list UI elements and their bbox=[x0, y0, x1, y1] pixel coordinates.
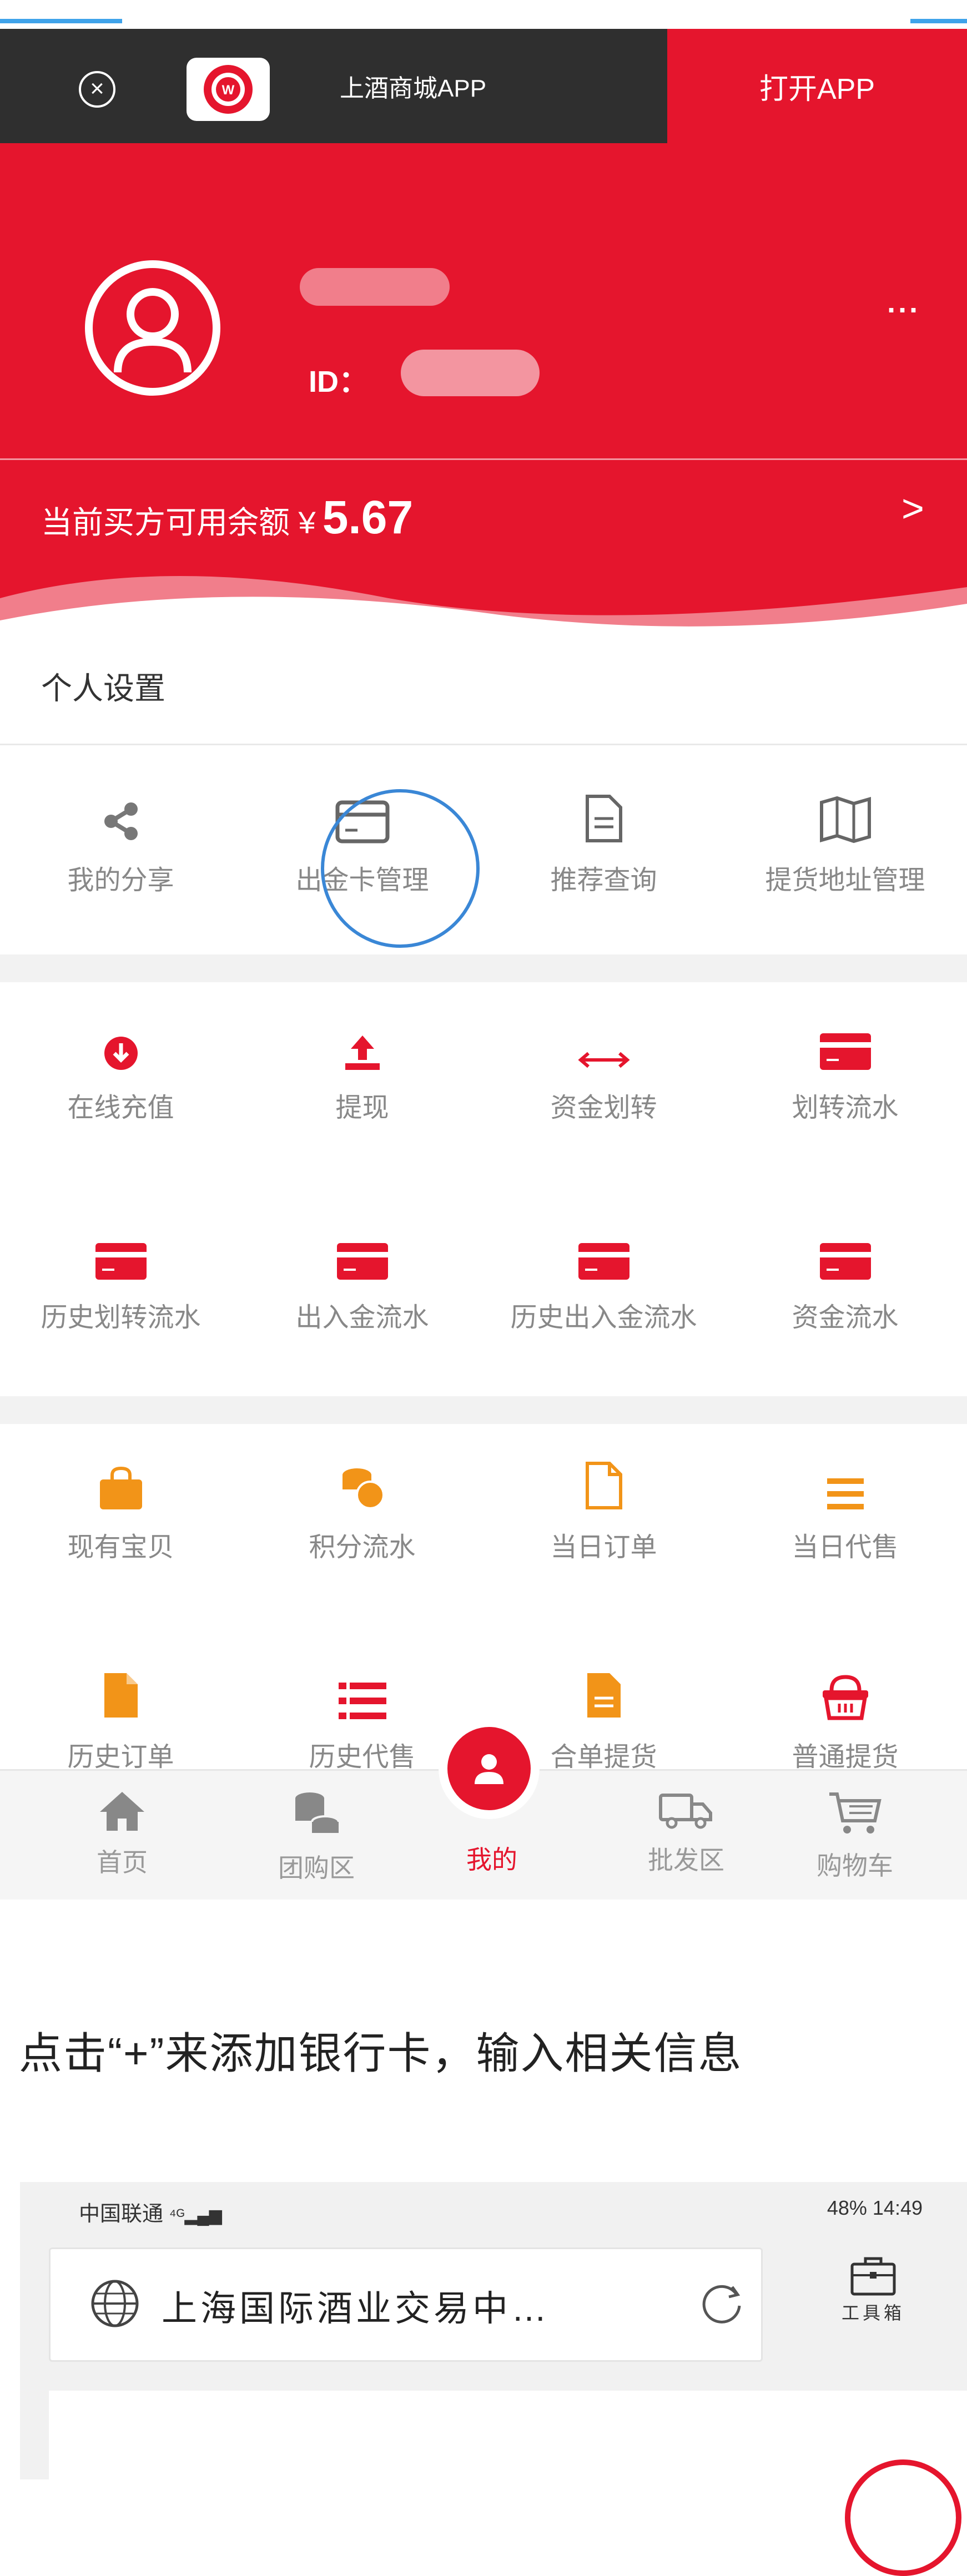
app-logo: W bbox=[187, 58, 270, 121]
url-bar[interactable]: 上海国际酒业交易中… bbox=[49, 2247, 763, 2362]
upload-icon bbox=[345, 1036, 380, 1070]
nav-item-wholesale[interactable]: 批发区 bbox=[603, 1791, 769, 1877]
grid-item-withdraw[interactable]: 提现 bbox=[241, 1016, 483, 1124]
card-icon bbox=[95, 1243, 147, 1280]
nav-item-group-buy[interactable]: 团购区 bbox=[233, 1791, 400, 1885]
grid-item-points-records[interactable]: 积分流水 bbox=[241, 1455, 483, 1564]
grid-item-normal-pickup[interactable]: 普通提货 bbox=[724, 1665, 966, 1769]
grid-item-transfer-records[interactable]: 划转流水 bbox=[724, 1016, 966, 1124]
grid-item-today-consignment[interactable]: 当日代售 bbox=[724, 1455, 966, 1564]
nav-item-cart[interactable]: 购物车 bbox=[772, 1791, 938, 1882]
status-carrier: 中国联通 ⁴ᴳ▂▄▆ bbox=[79, 2203, 222, 2226]
balance-label: 当前买方可用余额 ¥ bbox=[41, 505, 316, 540]
basket-icon bbox=[822, 1675, 868, 1720]
globe-icon bbox=[91, 2280, 139, 2327]
card-icon bbox=[336, 1243, 388, 1280]
avatar[interactable] bbox=[83, 259, 222, 397]
section-gap bbox=[0, 954, 967, 982]
share-icon bbox=[104, 802, 138, 840]
card-icon bbox=[578, 1243, 629, 1280]
grid-item-my-share[interactable]: 我的分享 bbox=[0, 788, 241, 897]
section-title-personal-settings: 个人设置 bbox=[41, 671, 165, 706]
grid-item-current-treasures[interactable]: 现有宝贝 bbox=[0, 1455, 241, 1564]
highlight-circle bbox=[321, 789, 480, 948]
card-icon bbox=[819, 1033, 871, 1070]
svg-text:W: W bbox=[222, 83, 235, 98]
grid-item-address-management[interactable]: 提货地址管理 bbox=[724, 788, 966, 897]
file-icon bbox=[585, 1462, 622, 1509]
phone-screenshot: 中国联通 ⁴ᴳ▂▄▆ 48% 14:49 上海国际酒业交易中… 工具箱 bbox=[20, 2182, 967, 2576]
list-icon bbox=[827, 1478, 864, 1509]
balance-row[interactable]: 当前买方可用余额 ¥5.67 bbox=[41, 491, 413, 544]
grid-item-referral-query[interactable]: 推荐查询 bbox=[483, 788, 724, 897]
open-app-button[interactable]: 打开APP bbox=[667, 29, 967, 143]
map-icon bbox=[819, 796, 871, 843]
user-id-label: ID： bbox=[309, 365, 369, 398]
home-icon bbox=[100, 1792, 144, 1831]
toolbox-button[interactable]: 工具箱 bbox=[842, 2255, 905, 2325]
red-circle-peek bbox=[845, 2459, 961, 2576]
list-icon bbox=[338, 1683, 386, 1719]
card-icon bbox=[819, 1243, 871, 1280]
header-wave bbox=[0, 576, 967, 637]
grid-item-history-transfer-records[interactable]: 历史划转流水 bbox=[0, 1225, 241, 1334]
grid-item-history-in-out-records[interactable]: 历史出入金流水 bbox=[483, 1225, 724, 1334]
more-icon[interactable]: ··· bbox=[887, 293, 920, 327]
grid-item-today-orders[interactable]: 当日订单 bbox=[483, 1455, 724, 1564]
profile-header: ID： ··· 当前买方可用余额 ¥5.67 > bbox=[0, 143, 967, 637]
nav-item-home[interactable]: 首页 bbox=[39, 1791, 205, 1879]
grid-item-fund-records[interactable]: 资金流水 bbox=[724, 1225, 966, 1334]
cart-icon bbox=[829, 1792, 882, 1833]
grid-item-online-recharge[interactable]: 在线充值 bbox=[0, 1016, 241, 1124]
grid-item-in-out-records[interactable]: 出入金流水 bbox=[241, 1225, 483, 1334]
refresh-icon[interactable] bbox=[698, 2278, 746, 2326]
coins-icon bbox=[342, 1468, 385, 1509]
app-download-banner: × W 上酒商城APP 打开APP bbox=[0, 29, 967, 143]
database-icon bbox=[295, 1792, 340, 1833]
nav-item-mine[interactable]: 我的 bbox=[409, 1832, 575, 1876]
instruction-text: 点击“+”来添加银行卡，输入相关信息 bbox=[19, 2029, 743, 2078]
status-right: 48% 14:49 bbox=[827, 2196, 923, 2219]
header-divider bbox=[0, 458, 967, 460]
close-icon[interactable]: × bbox=[79, 71, 115, 108]
truck-icon bbox=[659, 1794, 712, 1829]
file-icon bbox=[104, 1673, 138, 1718]
bag-icon bbox=[99, 1466, 142, 1509]
balance-amount: 5.67 bbox=[322, 491, 414, 543]
divider bbox=[0, 744, 967, 745]
top-edge bbox=[0, 0, 967, 23]
document-icon bbox=[585, 795, 622, 842]
grid-item-history-orders[interactable]: 历史订单 bbox=[0, 1665, 241, 1769]
section-gap bbox=[0, 1396, 967, 1424]
chevron-right-icon[interactable]: > bbox=[901, 486, 924, 531]
nav-center-button[interactable] bbox=[447, 1727, 531, 1810]
download-circle-icon bbox=[104, 1037, 138, 1070]
transfer-arrows-icon bbox=[577, 1052, 630, 1068]
user-icon bbox=[475, 1754, 503, 1784]
banner-title: 上酒商城APP bbox=[340, 75, 487, 102]
url-text: 上海国际酒业交易中… bbox=[162, 2289, 550, 2328]
file-icon bbox=[587, 1673, 621, 1718]
grid-item-fund-transfer[interactable]: 资金划转 bbox=[483, 1016, 724, 1124]
user-id-redacted bbox=[401, 350, 540, 396]
toolbox-icon bbox=[850, 2257, 896, 2296]
page-content-strip bbox=[49, 2391, 967, 2479]
username-redacted bbox=[300, 268, 450, 306]
